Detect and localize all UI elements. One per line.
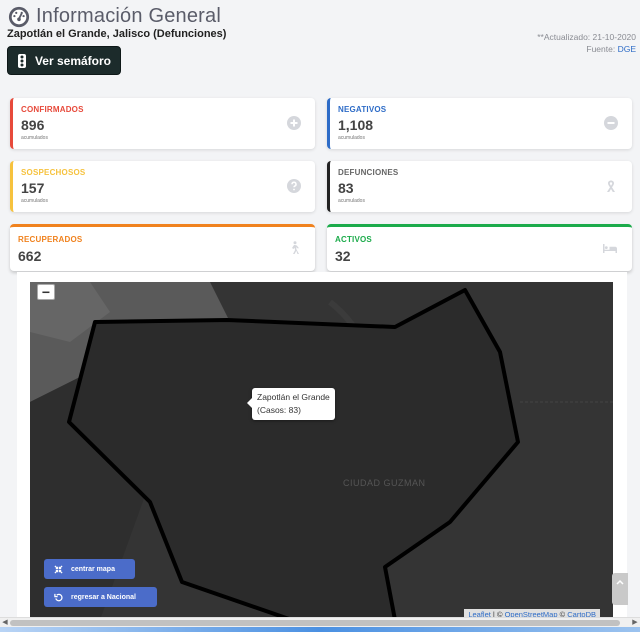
question-circle-icon [287, 179, 301, 193]
location-subtitle: Zapotlán el Grande, Jalisco (Defunciones… [7, 28, 227, 40]
minus-circle-icon [604, 116, 618, 130]
walking-icon [292, 241, 299, 254]
card-confirmados: CONFIRMADOS 896 acumulados [10, 98, 315, 149]
page-header: Información General Zapotlán el Grande, … [0, 0, 640, 92]
card-label: CONFIRMADOS [21, 105, 84, 114]
update-info: **Actualizado: 21-10-2020 Fuente: DGE [537, 31, 636, 55]
card-value: 83 [338, 180, 354, 196]
source-label: Fuente: [586, 44, 616, 54]
traffic-light-icon [17, 53, 26, 68]
city-label: CIUDAD GUZMAN [343, 478, 426, 488]
card-value: 662 [18, 248, 42, 264]
map-view[interactable]: − Zapotlán el Grande (Casos: 83) CIUDAD … [30, 282, 613, 620]
card-activos: ACTIVOS 32 [327, 224, 632, 271]
bed-icon [603, 244, 617, 253]
card-label: ACTIVOS [335, 235, 372, 244]
map-container: − Zapotlán el Grande (Casos: 83) CIUDAD … [17, 272, 627, 620]
card-value: 157 [21, 180, 45, 196]
card-sub: acumulados [21, 198, 48, 204]
tooltip-name: Zapotlán el Grande [257, 392, 330, 402]
centrar-mapa-label: centrar mapa [71, 565, 115, 573]
card-recuperados: RECUPERADOS 662 [10, 224, 315, 271]
card-label: SOSPECHOSOS [21, 168, 86, 177]
map-tooltip: Zapotlán el Grande (Casos: 83) [247, 388, 335, 420]
horizontal-scrollbar[interactable]: ◀ ▶ [0, 617, 640, 627]
card-sospechosos: SOSPECHOSOS 157 acumulados [10, 161, 315, 212]
compress-arrows-icon [54, 564, 63, 574]
scrollbar-thumb[interactable] [10, 620, 620, 626]
updated-date: **Actualizado: 21-10-2020 [537, 32, 636, 42]
source-line: Fuente: DGE [537, 43, 636, 55]
ver-semaforo-button[interactable]: Ver semáforo [7, 46, 121, 75]
page-title: Información General [8, 5, 221, 28]
ribbon-icon [607, 180, 615, 192]
zoom-out-button[interactable]: − [37, 284, 55, 300]
regresar-nacional-label: regresar a Nacional [71, 593, 136, 601]
regresar-nacional-button[interactable]: regresar a Nacional [44, 587, 157, 607]
page-title-text: Información General [36, 5, 222, 27]
tachometer-icon [8, 6, 30, 27]
card-defunciones: DEFUNCIONES 83 acumulados [327, 161, 632, 212]
card-value: 1,108 [338, 117, 374, 133]
card-sub: acumulados [21, 135, 48, 141]
ver-semaforo-label: Ver semáforo [34, 53, 112, 68]
scroll-to-top-button[interactable] [612, 573, 628, 605]
undo-icon [54, 593, 63, 601]
card-sub: acumulados [338, 198, 365, 204]
plus-circle-icon [287, 116, 301, 130]
card-label: DEFUNCIONES [338, 168, 399, 177]
card-sub: acumulados [338, 135, 365, 141]
bottom-accent-bar [0, 627, 640, 632]
source-link[interactable]: DGE [618, 44, 636, 54]
card-value: 32 [335, 248, 351, 264]
tooltip-cases: (Casos: 83) [257, 405, 301, 415]
chevron-up-icon [616, 579, 624, 585]
centrar-mapa-button[interactable]: centrar mapa [44, 559, 135, 579]
card-label: RECUPERADOS [18, 235, 83, 244]
card-value: 896 [21, 117, 45, 133]
card-label: NEGATIVOS [338, 105, 387, 114]
card-negativos: NEGATIVOS 1,108 acumulados [327, 98, 632, 149]
